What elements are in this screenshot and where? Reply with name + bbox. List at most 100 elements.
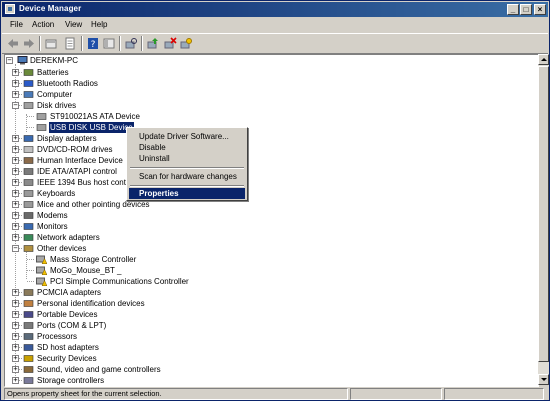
back-icon[interactable] <box>6 37 20 50</box>
collapse-icon[interactable]: − <box>12 102 19 109</box>
sd-icon <box>23 344 34 351</box>
expand-icon[interactable]: + <box>12 223 19 230</box>
tree-label: Portable Devices <box>37 310 98 319</box>
scroll-thumb[interactable] <box>538 66 549 362</box>
menu-action[interactable]: Action <box>32 20 54 29</box>
expand-icon[interactable]: + <box>12 234 19 241</box>
tree-label: Mass Storage Controller <box>50 255 137 264</box>
expand-icon[interactable]: + <box>12 322 19 329</box>
expand-icon[interactable]: + <box>12 344 19 351</box>
expand-icon[interactable]: + <box>12 168 19 175</box>
disable-icon[interactable] <box>179 37 193 50</box>
scroll-down-button[interactable] <box>538 374 549 385</box>
ctx-uninstall[interactable]: Uninstall <box>129 153 245 164</box>
expand-icon[interactable]: + <box>12 157 19 164</box>
maximize-button[interactable]: □ <box>520 4 532 15</box>
tree-connector <box>27 259 34 260</box>
status-panel <box>444 388 544 400</box>
device-manager-window: Device Manager _ □ × File Action View He… <box>0 0 550 401</box>
minimize-icon: _ <box>510 5 516 14</box>
tree-label: Personal identification devices <box>37 299 145 308</box>
tree-label: Processors <box>37 332 78 341</box>
window-title: Device Manager <box>19 4 82 13</box>
scan-icon[interactable] <box>124 37 138 50</box>
ctx-properties[interactable]: Properties <box>129 188 245 199</box>
monitor-icon <box>23 223 34 230</box>
expand-icon[interactable]: + <box>12 366 19 373</box>
tree-label: Network adapters <box>37 233 100 242</box>
svg-text:?: ? <box>91 40 96 50</box>
tree-label: IDE ATA/ATAPI control <box>37 167 117 176</box>
menu-file[interactable]: File <box>10 20 23 29</box>
properties-icon[interactable] <box>63 37 77 50</box>
keyboard-icon <box>23 190 34 197</box>
expand-icon[interactable]: + <box>12 80 19 87</box>
expand-icon[interactable]: + <box>12 333 19 340</box>
ctx-scan-hardware[interactable]: Scan for hardware changes <box>129 171 245 182</box>
tree-label: USB DISK USB Device <box>49 122 134 133</box>
menu-view[interactable]: View <box>65 20 82 29</box>
update-driver-icon[interactable] <box>146 37 160 50</box>
tree-label: Batteries <box>37 68 69 77</box>
mouse-icon <box>23 201 34 208</box>
close-button[interactable]: × <box>534 4 546 15</box>
expand-icon[interactable]: + <box>12 135 19 142</box>
tree-label: PCMCIA adapters <box>37 288 102 297</box>
tree-connector <box>27 281 34 282</box>
expand-icon[interactable]: + <box>12 190 19 197</box>
disk-icon <box>36 113 47 120</box>
close-icon: × <box>537 5 543 14</box>
other-device-icon <box>23 245 34 252</box>
expand-icon[interactable]: + <box>12 289 19 296</box>
processor-icon <box>23 333 34 340</box>
tree-label: Human Interface Device <box>37 156 123 165</box>
expand-icon[interactable]: + <box>12 146 19 153</box>
expand-icon[interactable]: + <box>12 179 19 186</box>
device-tree[interactable]: − DEREKM-PC + Batteries + Bluetooth Radios +… <box>4 54 539 387</box>
tree-label: Bluetooth Radios <box>37 79 98 88</box>
tree-connector <box>27 116 34 117</box>
toolbar-separator <box>141 36 143 51</box>
expand-icon[interactable]: + <box>12 311 19 318</box>
tree-label: Modems <box>37 211 68 220</box>
ctx-separator <box>130 185 244 187</box>
up-icon[interactable] <box>44 37 58 50</box>
display-icon <box>23 135 34 142</box>
bluetooth-icon <box>23 80 34 87</box>
expand-icon[interactable]: + <box>12 69 19 76</box>
expand-icon[interactable]: + <box>12 91 19 98</box>
minimize-button[interactable]: _ <box>507 4 519 15</box>
uninstall-icon[interactable] <box>163 37 177 50</box>
disk-icon <box>23 102 34 109</box>
scroll-up-icon <box>541 58 547 61</box>
show-hide-icon[interactable] <box>102 37 116 50</box>
warning-device-icon <box>36 277 47 286</box>
collapse-icon[interactable]: − <box>12 245 19 252</box>
tree-connector <box>27 270 34 271</box>
expand-icon[interactable]: + <box>12 212 19 219</box>
tree-label: Display adapters <box>37 134 97 143</box>
fingerprint-icon <box>23 300 34 307</box>
tree-label: DVD/CD-ROM drives <box>37 145 113 154</box>
device-manager-app-icon <box>5 4 15 14</box>
tree-label-root: DEREKM-PC <box>30 56 79 65</box>
forward-icon[interactable] <box>22 37 36 50</box>
expand-icon[interactable]: + <box>12 201 19 208</box>
help-icon[interactable]: ? <box>86 37 100 50</box>
tree-label: Disk drives <box>37 101 77 110</box>
expand-icon[interactable]: + <box>12 355 19 362</box>
ctx-disable[interactable]: Disable <box>129 142 245 153</box>
cdrom-icon <box>23 146 34 153</box>
network-icon <box>23 234 34 241</box>
vertical-scrollbar[interactable] <box>538 54 549 385</box>
expand-icon[interactable]: + <box>12 300 19 307</box>
expand-icon[interactable]: + <box>12 377 19 384</box>
title-bar[interactable]: Device Manager _ □ × <box>2 2 548 17</box>
tree-connector <box>26 249 27 279</box>
computer-icon <box>17 56 28 65</box>
menu-help[interactable]: Help <box>91 20 107 29</box>
scroll-up-button[interactable] <box>538 54 549 65</box>
toolbar: ? <box>2 33 548 54</box>
ctx-update-driver[interactable]: Update Driver Software... <box>129 131 245 142</box>
status-bar: Opens property sheet for the current sel… <box>2 387 548 400</box>
